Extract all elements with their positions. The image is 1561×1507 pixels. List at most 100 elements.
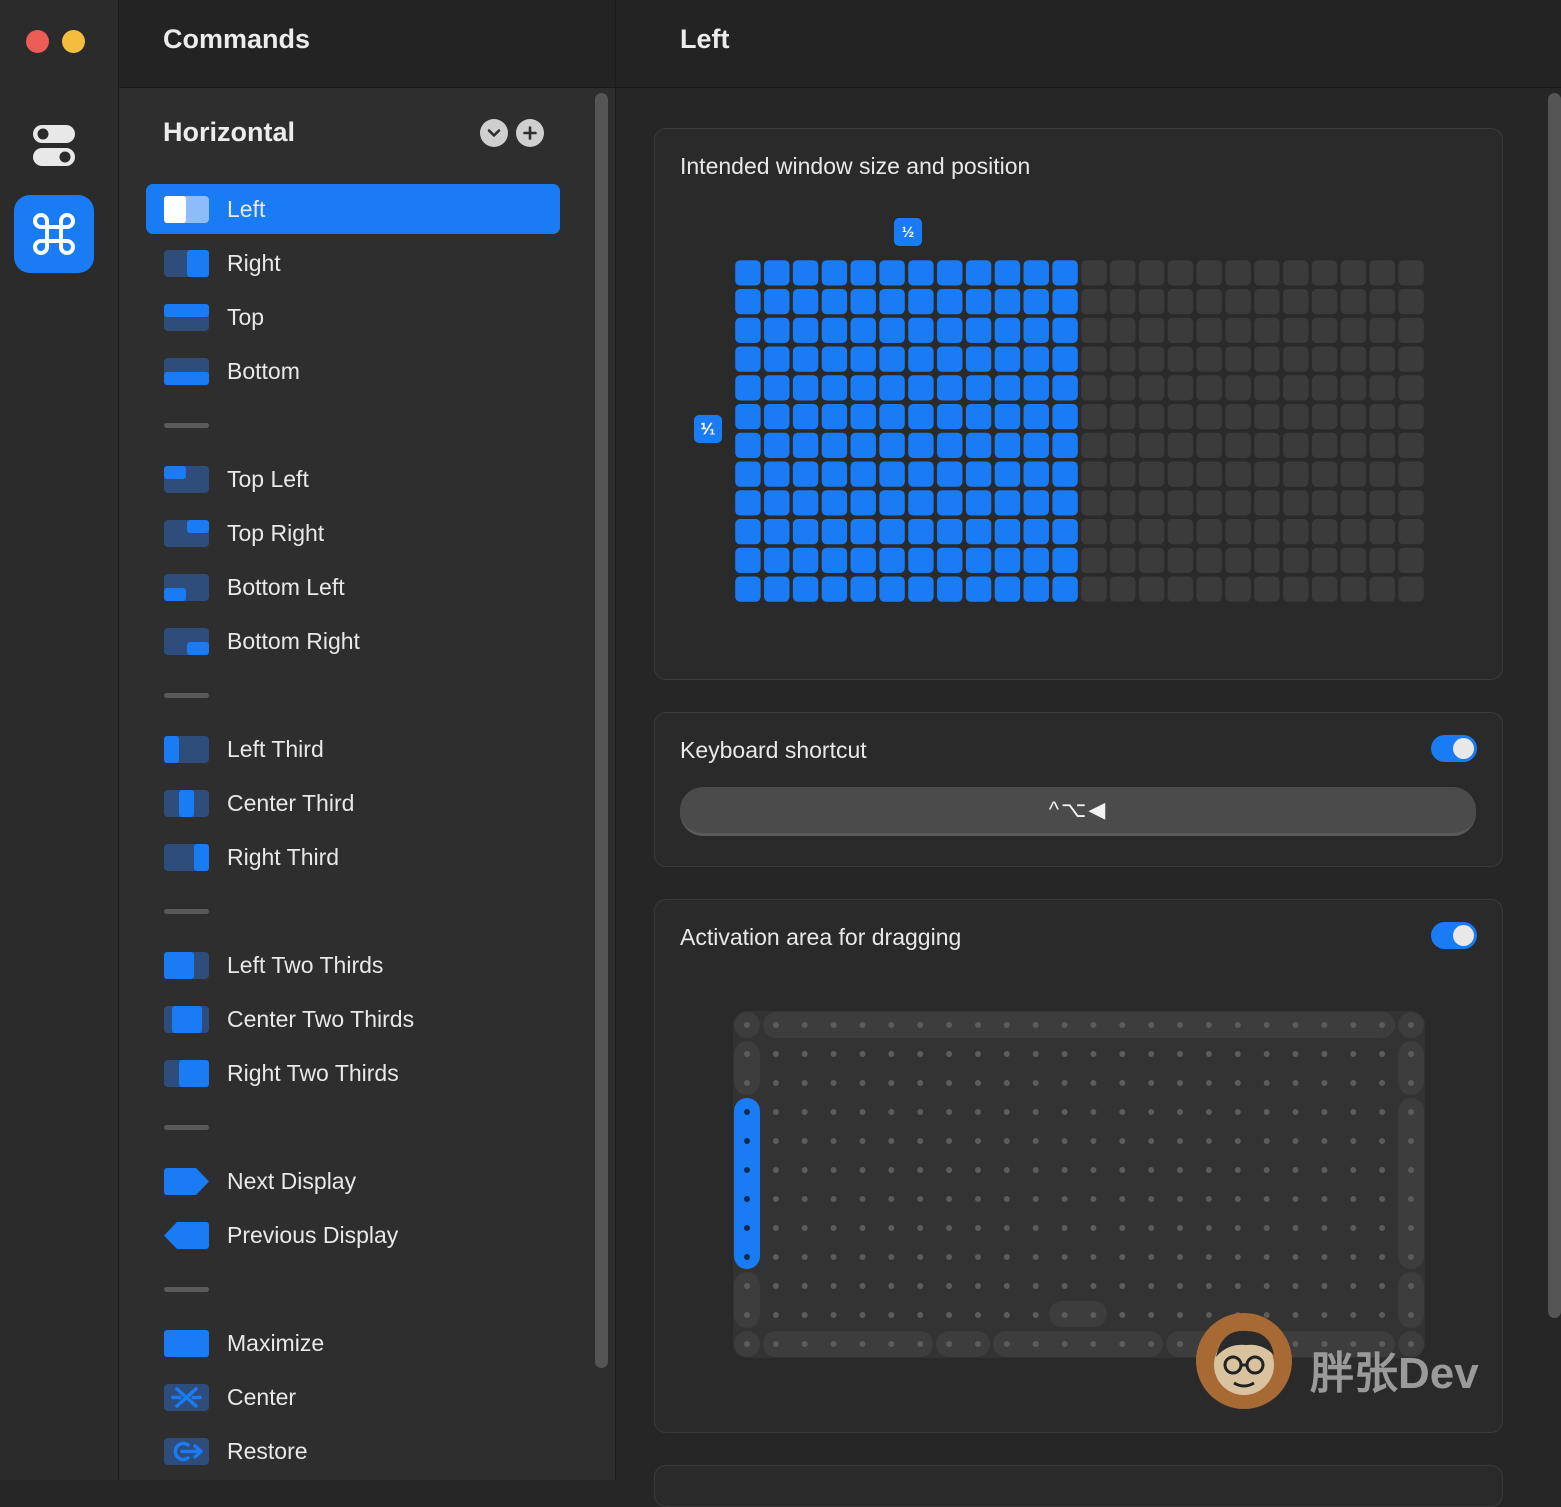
sidebar-item-right-third[interactable]: Right Third	[146, 832, 560, 882]
grid-cell[interactable]	[764, 346, 790, 372]
grid-cell[interactable]	[1398, 490, 1424, 516]
grid-cell[interactable]	[937, 432, 963, 459]
grid-cell[interactable]	[1196, 461, 1222, 487]
grid-cell[interactable]	[1369, 576, 1395, 602]
grid-cell[interactable]	[1254, 346, 1280, 372]
grid-cell[interactable]	[1110, 547, 1136, 574]
grid-cell[interactable]	[1340, 288, 1367, 315]
grid-cell[interactable]	[1138, 375, 1165, 401]
grid-cell[interactable]	[1340, 260, 1367, 286]
grid-cell[interactable]	[735, 288, 761, 315]
grid-cell[interactable]	[1167, 375, 1194, 401]
edge-zone-bottom[interactable]	[993, 1331, 1163, 1357]
grid-cell[interactable]	[1023, 461, 1049, 487]
grid-cell[interactable]	[1283, 461, 1309, 487]
sidebar-item-center[interactable]: Center	[146, 1372, 560, 1422]
sidebar-item-next-display[interactable]: Next Display	[146, 1156, 560, 1206]
sidebar-scrollbar[interactable]	[595, 93, 608, 1368]
grid-cell[interactable]	[1340, 490, 1367, 516]
grid-cell[interactable]	[1196, 432, 1222, 459]
grid-cell[interactable]	[1110, 375, 1136, 401]
grid-cell[interactable]	[879, 518, 905, 545]
grid-cell[interactable]	[1225, 518, 1251, 545]
grid-cell[interactable]	[965, 288, 992, 315]
grid-cell[interactable]	[1052, 260, 1078, 286]
grid-cell[interactable]	[1225, 403, 1251, 430]
grid-cell[interactable]	[1138, 346, 1165, 372]
close-window-button[interactable]	[26, 30, 49, 53]
grid-cell[interactable]	[1110, 490, 1136, 516]
grid-cell[interactable]	[908, 576, 934, 602]
grid-cell[interactable]	[1167, 288, 1194, 315]
shortcut-recorder-field[interactable]: ^⌥◀	[680, 787, 1476, 836]
grid-cell[interactable]	[1052, 490, 1078, 516]
edge-zone-left-bottom[interactable]	[734, 1272, 760, 1328]
grid-cell[interactable]	[735, 260, 761, 286]
grid-cell[interactable]	[1225, 346, 1251, 372]
sidebar-item-top-left[interactable]: Top Left	[146, 454, 560, 504]
grid-cell[interactable]	[908, 288, 934, 315]
grid-cell[interactable]	[908, 518, 934, 545]
grid-cell[interactable]	[792, 403, 819, 430]
grid-cell[interactable]	[792, 375, 819, 401]
add-command-button[interactable]	[516, 119, 544, 147]
grid-cell[interactable]	[1138, 547, 1165, 574]
sidebar-item-left[interactable]: Left	[146, 184, 560, 234]
grid-cell[interactable]	[1052, 576, 1078, 602]
grid-cell[interactable]	[1081, 403, 1107, 430]
drag-activation-area[interactable]	[733, 1011, 1425, 1358]
sidebar-item-maximize[interactable]: Maximize	[146, 1318, 560, 1368]
grid-cell[interactable]	[1225, 288, 1251, 315]
grid-cell[interactable]	[1398, 547, 1424, 574]
grid-cell[interactable]	[1398, 317, 1424, 344]
grid-cell[interactable]	[994, 375, 1021, 401]
grid-cell[interactable]	[1196, 260, 1222, 286]
grid-cell[interactable]	[1254, 403, 1280, 430]
grid-cell[interactable]	[1311, 576, 1338, 602]
grid-cell[interactable]	[850, 461, 876, 487]
edge-zone-bottom-center-left[interactable]	[936, 1331, 990, 1357]
grid-cell[interactable]	[1196, 576, 1222, 602]
grid-cell[interactable]	[1311, 288, 1338, 315]
grid-cell[interactable]	[879, 375, 905, 401]
grid-cell[interactable]	[1081, 346, 1107, 372]
detail-scrollbar[interactable]	[1548, 93, 1561, 1318]
grid-cell[interactable]	[1110, 432, 1136, 459]
grid-cell[interactable]	[764, 403, 790, 430]
grid-cell[interactable]	[792, 518, 819, 545]
edge-zone-right-top[interactable]	[1398, 1041, 1424, 1095]
grid-cell[interactable]	[1254, 576, 1280, 602]
grid-cell[interactable]	[1398, 403, 1424, 430]
grid-cell[interactable]	[994, 461, 1021, 487]
grid-cell[interactable]	[879, 461, 905, 487]
grid-cell[interactable]	[821, 403, 848, 430]
grid-cell[interactable]	[1340, 576, 1367, 602]
grid-cell[interactable]	[1138, 317, 1165, 344]
grid-cell[interactable]	[1138, 518, 1165, 545]
grid-cell[interactable]	[994, 576, 1021, 602]
grid-cell[interactable]	[1081, 547, 1107, 574]
window-size-grid[interactable]	[734, 259, 1426, 604]
grid-cell[interactable]	[1340, 432, 1367, 459]
grid-cell[interactable]	[1225, 375, 1251, 401]
grid-cell[interactable]	[1398, 576, 1424, 602]
edge-zone-left[interactable]	[734, 1098, 760, 1269]
grid-cell[interactable]	[850, 518, 876, 545]
grid-cell[interactable]	[1254, 461, 1280, 487]
grid-cell[interactable]	[908, 432, 934, 459]
grid-cell[interactable]	[965, 461, 992, 487]
grid-cell[interactable]	[1023, 547, 1049, 574]
grid-cell[interactable]	[735, 375, 761, 401]
grid-cell[interactable]	[1340, 403, 1367, 430]
grid-cell[interactable]	[1167, 490, 1194, 516]
grid-cell[interactable]	[908, 490, 934, 516]
grid-cell[interactable]	[1311, 518, 1338, 545]
grid-cell[interactable]	[792, 432, 819, 459]
grid-cell[interactable]	[850, 490, 876, 516]
grid-cell[interactable]	[1254, 288, 1280, 315]
grid-cell[interactable]	[1167, 518, 1194, 545]
grid-cell[interactable]	[764, 461, 790, 487]
grid-cell[interactable]	[1369, 288, 1395, 315]
grid-cell[interactable]	[850, 576, 876, 602]
grid-cell[interactable]	[879, 547, 905, 574]
